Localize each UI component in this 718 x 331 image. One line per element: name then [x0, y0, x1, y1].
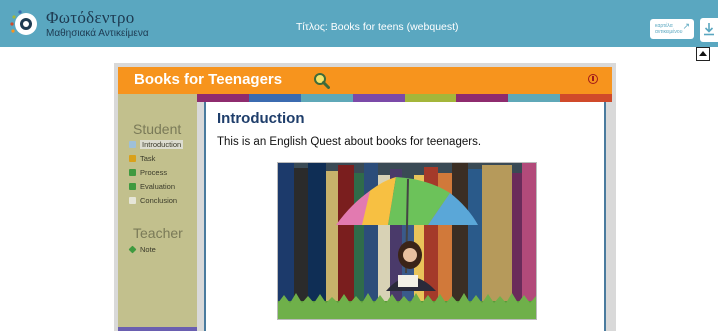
content-text: This is an English Quest about books for…: [217, 136, 482, 148]
content-heading: Introduction: [217, 110, 305, 127]
open-object-card-button[interactable]: καρτέλα αντικειμένου ↗: [650, 19, 694, 39]
books-illustration: [277, 162, 537, 320]
stripe-segment: [404, 94, 457, 102]
check-icon: [129, 183, 136, 190]
stripe-segment: [560, 94, 612, 102]
download-icon: [704, 23, 714, 36]
stripe-segment: [300, 94, 353, 102]
brand-subtitle: Μαθησιακά Αντικείμενα: [46, 28, 149, 39]
nav-item-conclusion[interactable]: Conclusion: [129, 196, 177, 206]
nav-item-task[interactable]: Task: [129, 154, 155, 164]
pen-icon: [129, 197, 136, 204]
download-button[interactable]: [700, 18, 718, 42]
diamond-icon: [128, 245, 137, 254]
photodentro-logo[interactable]: [8, 9, 42, 39]
stripe-segment: [508, 94, 561, 102]
books-umbrella-image: [278, 163, 536, 319]
folder-icon: [129, 155, 136, 162]
stripe-segment: [352, 94, 405, 102]
page-icon: [129, 141, 136, 148]
sidebar-bottom-bar: [118, 327, 197, 331]
nav-item-introduction[interactable]: Introduction: [129, 140, 184, 150]
content-panel: Introduction This is an English Quest ab…: [204, 102, 606, 331]
webquest-title: Books for Teenagers: [134, 71, 283, 88]
nav-item-evaluation[interactable]: Evaluation: [129, 182, 175, 192]
teacher-heading: Teacher: [133, 225, 183, 241]
steps-icon: [129, 169, 136, 176]
nav-item-process[interactable]: Process: [129, 168, 167, 178]
stripe-segment: [197, 94, 249, 102]
stripe-segment: [248, 94, 301, 102]
open-object-card-label: καρτέλα αντικειμένου: [655, 23, 683, 35]
nav-item-note[interactable]: Note: [128, 245, 156, 255]
external-link-icon: ↗: [682, 21, 690, 31]
brand-name: Φωτόδεντρο: [46, 8, 135, 27]
webquest-sidebar: Student Introduction Task Process Evalua…: [118, 94, 197, 331]
stripe-segment: [456, 94, 509, 102]
search-icon[interactable]: [313, 72, 330, 89]
webquest-header: Books for Teenagers: [118, 67, 612, 94]
top-bar: Φωτόδεντρο Μαθησιακά Αντικείμενα Τίτλος:…: [0, 0, 718, 47]
scroll-up-button[interactable]: [696, 47, 710, 61]
info-icon[interactable]: [588, 74, 598, 84]
color-stripe: [197, 94, 612, 102]
student-heading: Student: [133, 121, 182, 137]
page-title: Τίτλος: Books for teens (webquest): [296, 21, 459, 33]
